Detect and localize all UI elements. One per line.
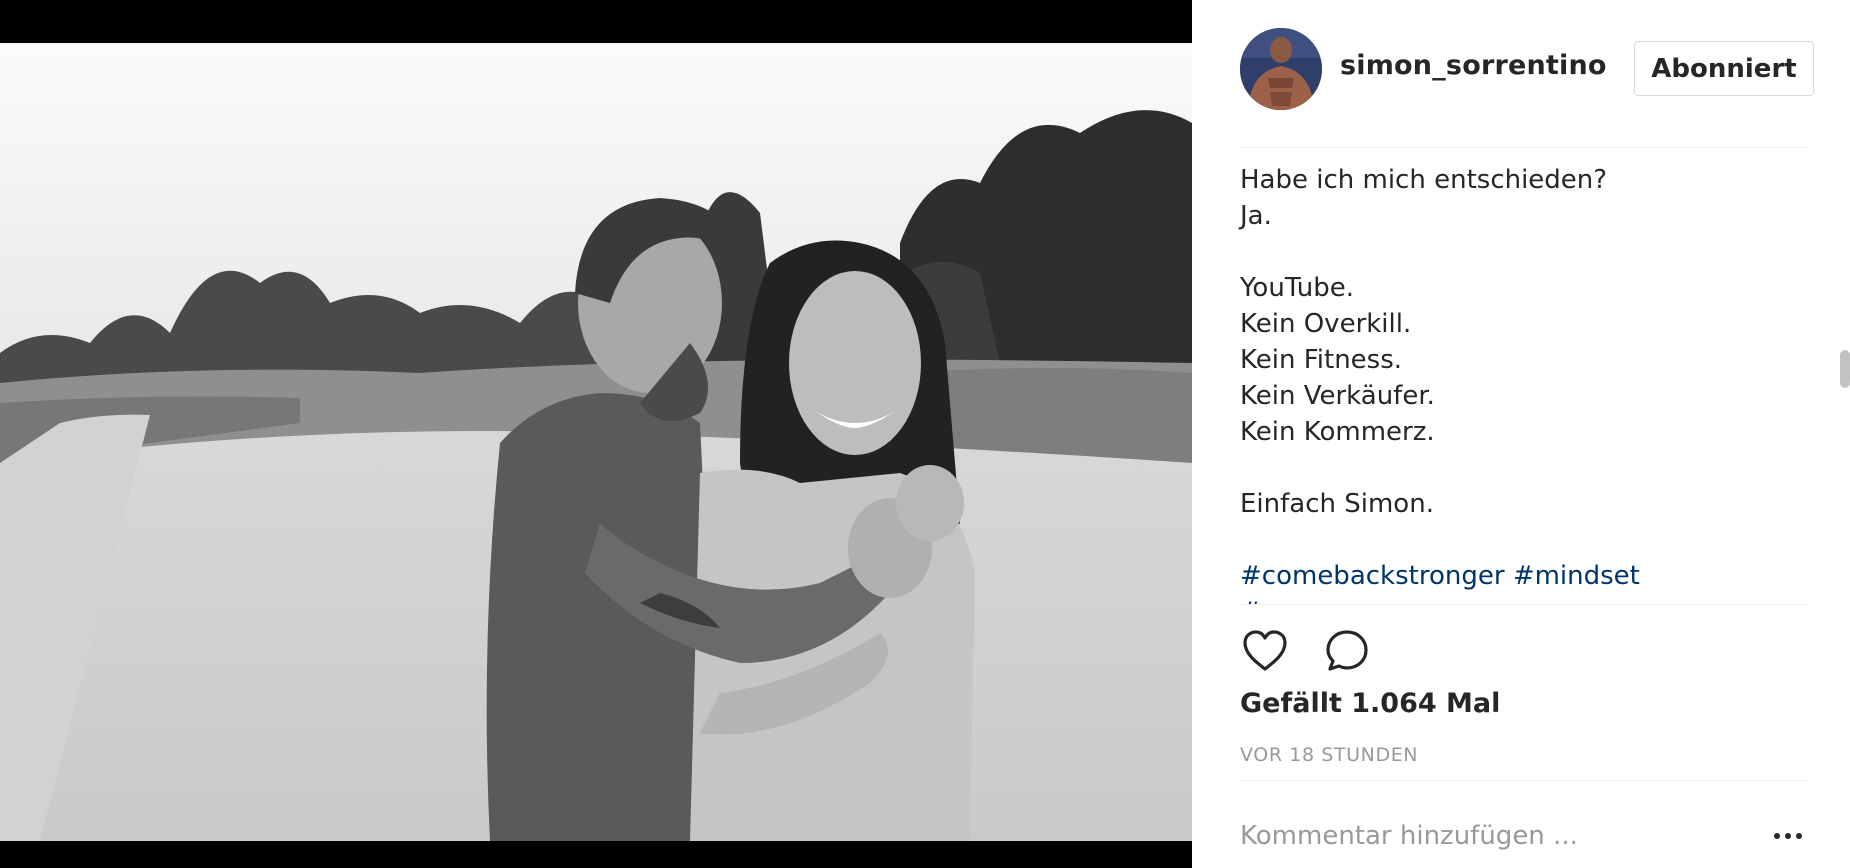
speech-bubble-icon bbox=[1326, 630, 1368, 671]
post-photo[interactable] bbox=[0, 43, 1192, 841]
like-button[interactable] bbox=[1240, 626, 1290, 676]
post-timestamp[interactable]: VOR 18 STUNDEN bbox=[1240, 744, 1418, 766]
caption-scroll-area[interactable]: Habe ich mich entschieden? Ja. YouTube. … bbox=[1192, 148, 1850, 604]
post-sidebar: simon_sorrentino Abonniert Habe ich mich… bbox=[1192, 0, 1850, 868]
comment-button[interactable] bbox=[1322, 626, 1372, 676]
post-photo-graphic bbox=[0, 43, 1192, 841]
post-actions bbox=[1240, 626, 1440, 676]
caption-hashtags-continued: #... bbox=[1240, 594, 1800, 604]
heart-outline-icon bbox=[1243, 630, 1287, 671]
caption-hashtags: #comebackstronger #mindset bbox=[1240, 558, 1800, 594]
caption-line bbox=[1240, 522, 1800, 558]
caption-line bbox=[1240, 234, 1800, 270]
divider bbox=[1240, 604, 1806, 605]
more-options-button[interactable] bbox=[1772, 826, 1806, 846]
caption-line: Kein Verkäufer. bbox=[1240, 381, 1435, 411]
like-count[interactable]: Gefällt 1.064 Mal bbox=[1240, 688, 1500, 719]
hashtag-link[interactable]: #mindset bbox=[1513, 561, 1640, 591]
caption-line: Habe ich mich entschieden? bbox=[1240, 165, 1608, 195]
hashtag-link[interactable]: #... bbox=[1240, 597, 1287, 604]
caption-line: Kein Fitness. bbox=[1240, 345, 1403, 375]
comment-input[interactable] bbox=[1240, 816, 1720, 856]
post-header-divider bbox=[1240, 0, 1806, 148]
caption-line: Kein Overkill. bbox=[1240, 309, 1412, 339]
caption-line: YouTube. bbox=[1240, 273, 1354, 303]
caption-line: Ja. bbox=[1240, 201, 1272, 231]
post-caption: Habe ich mich entschieden? Ja. YouTube. … bbox=[1240, 162, 1800, 604]
ellipsis-icon bbox=[1796, 833, 1802, 839]
ellipsis-icon bbox=[1785, 833, 1791, 839]
hashtag-link[interactable]: #comebackstronger bbox=[1240, 561, 1505, 591]
caption-line: Kein Kommerz. bbox=[1240, 417, 1435, 447]
post-media-area bbox=[0, 0, 1192, 868]
caption-line bbox=[1240, 450, 1800, 486]
caption-scrollbar-thumb[interactable] bbox=[1840, 350, 1850, 388]
ellipsis-icon bbox=[1774, 833, 1780, 839]
divider bbox=[1240, 780, 1806, 781]
caption-line: Einfach Simon. bbox=[1240, 489, 1434, 519]
